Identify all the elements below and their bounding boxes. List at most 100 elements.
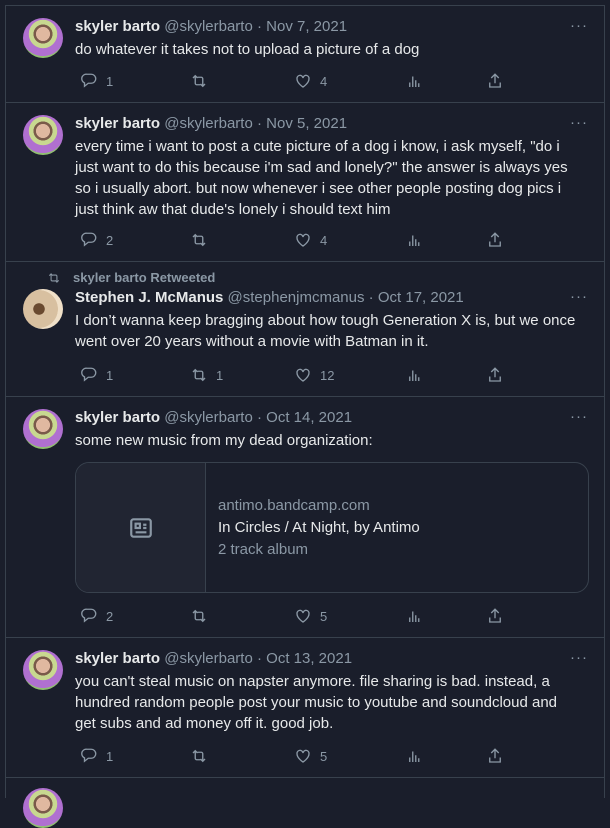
more-options-button[interactable]: ···	[570, 17, 588, 34]
like-button[interactable]: 4	[294, 231, 327, 249]
like-count: 4	[320, 232, 328, 248]
views-button[interactable]	[406, 72, 424, 90]
avatar[interactable]	[23, 788, 63, 828]
avatar[interactable]	[23, 18, 63, 58]
retweeted-label: skyler barto Retweeted	[47, 270, 215, 285]
like-icon	[296, 749, 310, 763]
like-count: 5	[320, 608, 328, 624]
tweet-text: I don’t wanna keep bragging about how to…	[75, 310, 588, 352]
author-handle[interactable]: @stephenjmcmanus	[228, 289, 365, 306]
retweet-button[interactable]	[190, 72, 216, 90]
author-handle[interactable]: @skylerbarto	[164, 115, 253, 132]
separator: ·	[256, 409, 262, 426]
author-handle[interactable]: @skylerbarto	[164, 409, 253, 426]
reply-button[interactable]: 1	[80, 366, 113, 384]
share-button[interactable]	[486, 607, 504, 625]
reply-icon	[81, 748, 97, 763]
card-thumbnail	[76, 463, 206, 592]
author-name[interactable]: skyler barto	[75, 18, 160, 35]
tweet-text-line: you can't steal music on napster anymore…	[75, 673, 550, 690]
like-button[interactable]: 5	[294, 607, 327, 625]
reply-icon	[81, 232, 97, 247]
reply-icon	[81, 73, 97, 88]
more-options-button[interactable]: ···	[570, 408, 588, 425]
tweet[interactable]: skyler barto @skylerbarto · Nov 7, 2021 …	[6, 6, 604, 103]
tweet[interactable]: skyler barto @skylerbarto · Nov 5, 2021 …	[6, 103, 604, 262]
reply-count: 1	[106, 73, 114, 89]
tweet-text-line: every time i want to post a cute picture…	[75, 138, 560, 155]
article-icon	[129, 517, 152, 538]
tweet-text-line: just want to do this because i'm sad and…	[75, 159, 568, 176]
reply-button[interactable]: 1	[80, 747, 113, 765]
more-options-button[interactable]: ···	[570, 114, 588, 131]
avatar[interactable]	[23, 289, 63, 329]
tweet-date[interactable]: Nov 5, 2021	[266, 115, 347, 132]
retweet-icon	[192, 368, 206, 382]
author-handle[interactable]: @skylerbarto	[164, 650, 253, 667]
share-button[interactable]	[486, 231, 504, 249]
like-icon	[296, 368, 310, 382]
tweet-actions: 1 1 12	[75, 366, 505, 386]
tweet-date[interactable]: Oct 14, 2021	[266, 409, 352, 426]
share-icon	[489, 367, 501, 382]
retweet-icon	[192, 749, 206, 763]
author-name[interactable]: skyler barto	[75, 650, 160, 667]
reply-button[interactable]: 2	[80, 231, 113, 249]
tweet-date[interactable]: Oct 17, 2021	[378, 289, 464, 306]
reply-count: 2	[106, 608, 114, 624]
share-button[interactable]	[486, 72, 504, 90]
share-icon	[489, 73, 501, 88]
views-button[interactable]	[406, 366, 424, 384]
share-button[interactable]	[486, 366, 504, 384]
like-button[interactable]: 12	[294, 366, 334, 384]
reply-count: 1	[106, 748, 114, 764]
tweet-text: some new music from my dead organization…	[75, 430, 588, 451]
retweet-button[interactable]	[190, 747, 216, 765]
views-button[interactable]	[406, 607, 424, 625]
views-icon	[409, 611, 420, 622]
avatar[interactable]	[23, 115, 63, 155]
views-button[interactable]	[406, 231, 424, 249]
author-handle[interactable]: @skylerbarto	[164, 18, 253, 35]
share-icon	[489, 608, 501, 623]
tweet-text-line: hundred random people post your music to…	[75, 694, 557, 711]
tweet[interactable]	[6, 778, 604, 828]
tweet[interactable]: skyler barto @skylerbarto · Oct 14, 2021…	[6, 397, 604, 638]
tweet-text-line: I don’t wanna keep bragging about how to…	[75, 312, 576, 329]
like-count: 12	[320, 367, 335, 383]
tweet-date[interactable]: Oct 13, 2021	[266, 650, 352, 667]
avatar[interactable]	[23, 650, 63, 690]
retweet-icon	[192, 233, 206, 247]
tweet-date[interactable]: Nov 7, 2021	[266, 18, 347, 35]
views-icon	[409, 235, 420, 246]
avatar[interactable]	[23, 409, 63, 449]
like-button[interactable]: 4	[294, 72, 327, 90]
more-options-button[interactable]: ···	[570, 649, 588, 666]
author-name[interactable]: Stephen J. McManus	[75, 289, 223, 306]
reply-count: 1	[106, 367, 114, 383]
share-button[interactable]	[486, 747, 504, 765]
tweet-text-line: some new music from my dead organization…	[75, 432, 373, 449]
reply-count: 2	[106, 232, 114, 248]
card-description: 2 track album	[218, 540, 309, 558]
tweet-actions: 14	[75, 72, 505, 92]
retweet-icon	[192, 609, 206, 623]
reply-icon	[81, 608, 97, 623]
like-button[interactable]: 5	[294, 747, 327, 765]
tweet-text: every time i want to post a cute picture…	[75, 136, 588, 220]
tweet[interactable]: skyler barto Retweeted Stephen J. McManu…	[6, 262, 604, 397]
tweet[interactable]: skyler barto @skylerbarto · Oct 13, 2021…	[6, 638, 604, 778]
link-card[interactable]: antimo.bandcamp.com In Circles / At Night…	[75, 462, 589, 593]
tweet-text-line: so i usually abort. but now whenever i s…	[75, 180, 562, 197]
more-options-button[interactable]: ···	[570, 288, 588, 305]
author-name[interactable]: skyler barto	[75, 115, 160, 132]
retweet-button[interactable]	[190, 607, 216, 625]
views-button[interactable]	[406, 747, 424, 765]
retweet-button[interactable]: 1	[190, 366, 223, 384]
reply-button[interactable]: 2	[80, 607, 113, 625]
like-count: 4	[320, 73, 328, 89]
views-icon	[409, 76, 420, 87]
reply-button[interactable]: 1	[80, 72, 113, 90]
retweet-button[interactable]	[190, 231, 216, 249]
author-name[interactable]: skyler barto	[75, 409, 160, 426]
